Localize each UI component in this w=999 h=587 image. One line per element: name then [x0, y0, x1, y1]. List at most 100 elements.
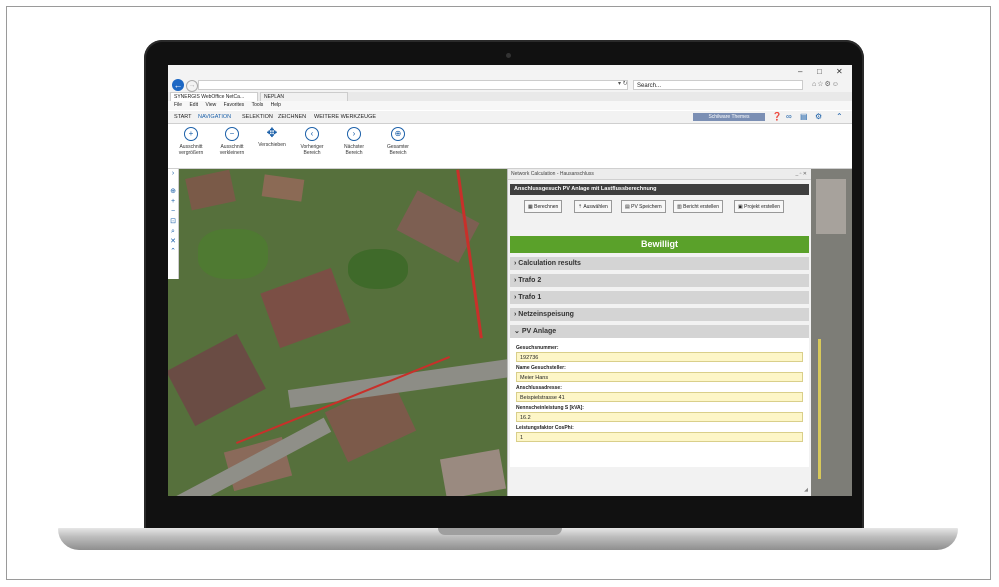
- connection-address-field[interactable]: Beispielstrasse 41: [516, 392, 803, 402]
- field-label: Nennscheinleistung S [kVA]:: [516, 405, 584, 411]
- garden: [198, 229, 268, 279]
- pan-button[interactable]: ✥ Verschieben: [252, 125, 292, 148]
- browser-toolbar: – □ ✕ ← → ▾ ↻ Search... ⌂☆⚙☺: [168, 65, 852, 93]
- zoom-in-icon: +: [184, 127, 198, 141]
- menu-file[interactable]: File: [174, 102, 182, 108]
- resize-handle-icon[interactable]: ◢: [804, 487, 808, 493]
- next-extent-icon: ›: [347, 127, 361, 141]
- tab-start[interactable]: START: [174, 111, 192, 123]
- next-extent-button[interactable]: › Nächster Bereich: [334, 127, 374, 156]
- power-factor-field[interactable]: 1: [516, 432, 803, 442]
- tab-zeichnen[interactable]: ZEICHNEN: [278, 111, 306, 123]
- previous-extent-label-2: Bereich: [303, 150, 321, 156]
- panel-header: Anschlussgesuch PV Anlage mit Lastflussb…: [510, 184, 809, 195]
- section-label: Trafo 1: [518, 294, 542, 301]
- tab-selektion[interactable]: SELEKTION: [242, 111, 273, 123]
- pv-save-button[interactable]: ▤ PV Speichern: [621, 200, 666, 213]
- section-label: PV Anlage: [521, 328, 557, 335]
- section-netzeinspeisung[interactable]: › Netzeinspeisung: [510, 308, 809, 321]
- select-label: Auswählen: [583, 204, 608, 210]
- panel-window-controls[interactable]: _ ▫ ✕: [795, 169, 807, 179]
- roof: [260, 267, 351, 349]
- field-label: Leistungsfaktor CosPhi:: [516, 425, 574, 431]
- refresh-icon[interactable]: ▾ ↻: [618, 80, 628, 87]
- map-tool-sidebar: › ⊕ + − ⊡ ⌕ ✕ ⌃: [168, 169, 179, 279]
- browser-tab-row: SYNERGIS WebOffice NetCa... NEPLAN: [168, 92, 852, 101]
- request-number-field[interactable]: 192736: [516, 352, 803, 362]
- laptop-notch: [438, 528, 562, 535]
- section-label: Calculation results: [518, 260, 581, 267]
- calc-toolbar: ▦ Berechnen ⇡ Auswählen ▤ PV Speichern ▥…: [524, 200, 811, 214]
- minimize-icon[interactable]: –: [798, 67, 802, 76]
- tab-neplan[interactable]: NEPLAN: [260, 92, 348, 101]
- search-input[interactable]: Search...: [633, 80, 803, 90]
- create-project-button[interactable]: ▣ Projekt erstellen: [734, 200, 784, 213]
- laptop-screen: – □ ✕ ← → ▾ ↻ Search... ⌂☆⚙☺ SYNERGIS We…: [168, 65, 852, 496]
- road: [287, 358, 519, 408]
- create-report-button[interactable]: ▥ Bericht erstellen: [673, 200, 723, 213]
- roof: [816, 179, 846, 234]
- camera-icon: [506, 53, 511, 58]
- collapse-ribbon-icon[interactable]: ⌃: [836, 112, 843, 121]
- back-icon[interactable]: ←: [172, 79, 184, 91]
- field-label: Anschlussadresse:: [516, 385, 562, 391]
- section-label: Trafo 2: [518, 277, 542, 284]
- roof: [439, 449, 507, 496]
- create-report-label: Bericht erstellen: [683, 204, 719, 210]
- close-icon[interactable]: ✕: [836, 67, 843, 76]
- help-icon[interactable]: ❓: [772, 112, 782, 121]
- tab-weboffice[interactable]: SYNERGIS WebOffice NetCa...: [170, 92, 258, 101]
- zoom-in-icon[interactable]: +: [168, 197, 178, 207]
- link-icon[interactable]: ∞: [786, 112, 792, 121]
- field-label: Gesuchsnummer:: [516, 345, 559, 351]
- menu-help[interactable]: Help: [271, 102, 281, 108]
- save-icon[interactable]: ▤: [800, 112, 808, 121]
- expand-icon[interactable]: ›: [168, 169, 178, 179]
- tab-weitere-werkzeuge[interactable]: WEITERE WERKZEUGE: [314, 111, 376, 123]
- full-extent-button[interactable]: ⊕ Gesamter Bereich: [378, 127, 418, 156]
- section-calculation-results[interactable]: › Calculation results: [510, 257, 809, 270]
- roof: [185, 169, 236, 211]
- apparent-power-field[interactable]: 16.2: [516, 412, 803, 422]
- pan-icon: ✥: [266, 125, 278, 140]
- zoom-box-icon[interactable]: ⊡: [168, 217, 178, 227]
- menu-view[interactable]: View: [205, 102, 216, 108]
- calculate-label: Berechnen: [534, 204, 559, 210]
- previous-extent-button[interactable]: ‹ Vorheriger Bereich: [292, 127, 332, 156]
- section-trafo-1[interactable]: › Trafo 1: [510, 291, 809, 304]
- calculate-button[interactable]: ▦ Berechnen: [524, 200, 563, 213]
- globe-icon[interactable]: ⊕: [168, 187, 178, 197]
- browser-tool-icons[interactable]: ⌂☆⚙☺: [812, 80, 840, 88]
- pv-anlage-form: Gesuchsnummer: 192736 Name Gesuchsteller…: [510, 338, 809, 467]
- menu-favorites[interactable]: Favorites: [224, 102, 245, 108]
- road-marking: [818, 339, 821, 479]
- zoom-out-icon: −: [225, 127, 239, 141]
- applicant-name-field[interactable]: Meier Hans: [516, 372, 803, 382]
- forward-icon[interactable]: →: [186, 80, 198, 92]
- navigation-ribbon: + Ausschnitt vergrößern − Ausschnitt ver…: [168, 124, 852, 169]
- menu-tools[interactable]: Tools: [252, 102, 264, 108]
- field-label: Name Gesuchsteller:: [516, 365, 566, 371]
- browser-menu-bar: File Edit View Favorites Tools Help: [168, 101, 852, 110]
- panel-title-bar: Network Calculation - Hausanschluss _ ▫ …: [508, 169, 811, 180]
- pv-save-label: PV Speichern: [631, 204, 662, 210]
- settings-icon[interactable]: ⚙: [815, 112, 822, 121]
- zoom-out-button[interactable]: − Ausschnitt verkleinern: [212, 127, 252, 156]
- previous-extent-icon: ‹: [305, 127, 319, 141]
- fullscreen-icon[interactable]: ✕: [168, 237, 178, 247]
- roof: [168, 333, 266, 427]
- section-pv-anlage[interactable]: ⌄ PV Anlage: [510, 325, 809, 338]
- panel-title: Network Calculation - Hausanschluss: [511, 171, 594, 177]
- theme-dropdown[interactable]: Schilware Themes: [693, 113, 765, 121]
- maximize-icon[interactable]: □: [817, 67, 822, 76]
- zoom-in-button[interactable]: + Ausschnitt vergrößern: [171, 127, 211, 156]
- tree: [348, 249, 408, 289]
- menu-edit[interactable]: Edit: [189, 102, 198, 108]
- collapse-icon[interactable]: ⌃: [168, 247, 178, 257]
- tab-navigation[interactable]: NAVIGATION: [198, 111, 231, 123]
- measure-icon[interactable]: ⌕: [168, 227, 178, 237]
- select-button[interactable]: ⇡ Auswählen: [574, 200, 612, 213]
- url-field[interactable]: [198, 80, 628, 90]
- section-trafo-2[interactable]: › Trafo 2: [510, 274, 809, 287]
- zoom-out-icon[interactable]: −: [168, 207, 178, 217]
